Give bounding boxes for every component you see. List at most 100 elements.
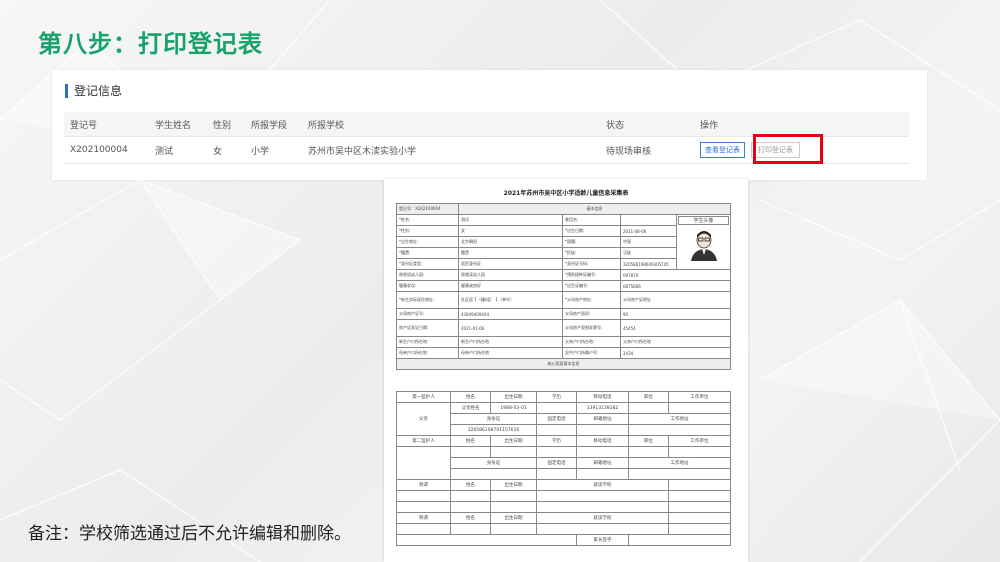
- view-form-button[interactable]: 查看登记表: [700, 142, 745, 158]
- table-header-row: 登记号 学生姓名 性别 所报学段 所报学校 状态 操作: [64, 112, 909, 137]
- form-label: 母亲户口所在地:: [396, 347, 459, 359]
- form-value: 居民身份证: [458, 258, 563, 270]
- form-label: 工作单位: [668, 435, 731, 447]
- form-value: 父母房产证地址: [620, 291, 731, 309]
- form-family-section-row: 核心家庭基本信息: [396, 358, 731, 370]
- form-label: 姓名: [450, 435, 491, 447]
- id-label: 身份证: [450, 457, 537, 469]
- father-birth: 1988-03-01: [490, 402, 537, 414]
- col-student-name: 学生姓名: [149, 112, 207, 137]
- form-value: 社区居 1（幢/组） 1（单号）: [458, 291, 563, 309]
- form-label: 出生日期: [490, 435, 537, 447]
- form-header-row: 登记号：X202100004 基本信息: [396, 203, 731, 215]
- sibling1-header-row: 称谓 姓名 出生日期 就读学校: [396, 479, 731, 491]
- form-row: *姓名: 测试 曾用名: 学生头像: [396, 214, 731, 270]
- form-label: *父母房产地址:: [562, 291, 621, 309]
- form-row: 房产证发证日期: 2021-01-06 父母房产契税发票号: 45454: [396, 319, 731, 337]
- highlight-box: [753, 134, 823, 164]
- col-status: 状态: [600, 112, 694, 137]
- form-value: 原就读幼儿园: [458, 269, 563, 281]
- form-label: 父母房产面积:: [562, 308, 621, 320]
- sibling1-row: [396, 490, 731, 502]
- form-row: 母亲户口所在地: 母亲户口所在地 吴中户口所属户号: 2434: [396, 347, 731, 359]
- form-label: *出生证编号:: [562, 280, 621, 292]
- cell-gender: 女: [207, 136, 245, 164]
- form-value: 籍贯: [458, 247, 563, 259]
- father-education: [536, 402, 577, 414]
- id-label: 身份证: [450, 413, 537, 425]
- form-row: *新生实际居住地址: 社区居 1（幢/组） 1（单号） *父母房产地址: 父母房产证地…: [396, 291, 731, 309]
- form-label: *身份证类型:: [396, 258, 459, 270]
- fixed-phone-label: 固定电话: [536, 413, 577, 425]
- fixed-phone-label: 固定电话: [536, 457, 577, 469]
- father-work-addr: [628, 424, 731, 436]
- form-value: 测试: [458, 214, 563, 226]
- form-label: 姓名: [450, 479, 491, 491]
- form-label: 新生户口所在地:: [396, 336, 459, 348]
- form-label: 移动电话: [576, 435, 629, 447]
- form-label: 职位: [628, 391, 669, 403]
- form-label: 称谓: [396, 479, 451, 491]
- note-text: 备注：学校筛选通过后不允许编辑和删除。: [28, 524, 351, 544]
- form-label: 姓名: [450, 391, 491, 403]
- father-id: 320586198701157616: [450, 424, 537, 436]
- form-label: *预防接种证编号:: [562, 269, 621, 281]
- sign-row: 家长签字: [396, 534, 731, 546]
- form-label: *新生实际居住地址:: [396, 291, 459, 309]
- form-row: 健康状况: 健康或良好 *出生证编号: 0875866: [396, 280, 731, 292]
- photo-cell: 学生头像: [676, 214, 731, 270]
- cell-status: 待现场审核: [600, 136, 694, 164]
- form-value: 2011-08-06: [620, 225, 677, 237]
- form-label: *出生地址:: [396, 236, 459, 248]
- father-label: 父亲: [396, 402, 451, 436]
- work-addr-label: 工作地址: [628, 457, 731, 469]
- guardian2-label: [396, 446, 451, 480]
- form-label: 出生日期: [490, 391, 537, 403]
- father-row: 父亲 父亲姓名 1988-03-01 13913139282: [396, 402, 731, 436]
- guardian1-header-row: 第一监护人 姓名 出生日期 学历 移动电话 职位 工作单位: [396, 391, 731, 403]
- father-name: 父亲姓名: [450, 402, 491, 414]
- form-value: 90: [620, 308, 731, 320]
- form-value: 汉族: [620, 247, 677, 259]
- form-label: 原就读幼儿园:: [396, 269, 459, 281]
- sibling2-row: [396, 523, 731, 535]
- form-label: 姓名: [450, 512, 491, 524]
- form-section-family: 核心家庭基本信息: [396, 358, 731, 370]
- form-label: 出生日期: [490, 479, 537, 491]
- form-value: 2434: [620, 347, 731, 359]
- form-label: 父亲户口所在地:: [562, 336, 621, 348]
- father-email: [576, 424, 629, 436]
- form-value: 2021-01-06: [458, 319, 563, 337]
- form-value: [620, 214, 677, 226]
- form-value: 097876: [620, 269, 731, 281]
- panel-heading: 登记信息: [65, 84, 122, 98]
- form-label: 学历: [536, 435, 577, 447]
- sibling2-header-row: 称谓 姓名 出生日期 就读学校: [396, 512, 731, 524]
- form-label: *出生日期:: [562, 225, 621, 237]
- guardian2-row: [396, 446, 731, 480]
- form-label: *民族:: [562, 247, 621, 259]
- form-value: 0875866: [620, 280, 731, 292]
- slide-title: 第八步：打印登记表: [38, 30, 263, 58]
- form-label: 父母房产契税发票号:: [562, 319, 621, 337]
- form-value: 父亲户口所在地: [620, 336, 731, 348]
- form-label: 健康状况:: [396, 280, 459, 292]
- form-value: 中国: [620, 236, 677, 248]
- form-label: *身份证号码:: [562, 258, 621, 270]
- sibling1-row-2: [396, 501, 731, 513]
- form-label: 学历: [536, 391, 577, 403]
- form-label: 曾用名:: [562, 214, 621, 226]
- email-label: 邮箱地址: [576, 413, 629, 425]
- form-label: 吴中户口所属户号:: [562, 347, 621, 359]
- form-label: 父母房产证号:: [396, 308, 459, 320]
- cell-school: 苏州市吴中区木渎实验小学: [302, 136, 600, 164]
- form-value: 母亲户口所在地: [458, 347, 563, 359]
- photo-label: 学生头像: [678, 216, 729, 225]
- form-label: 第一监护人: [396, 391, 451, 403]
- cell-name: 测试: [149, 136, 207, 164]
- form-label: 房产证发证日期:: [396, 319, 459, 337]
- cell-stage: 小学: [245, 136, 302, 164]
- form-title: 2021年苏州市吴中区小学适龄儿童信息采集表: [503, 190, 629, 197]
- form-label: 工作单位: [668, 391, 731, 403]
- form-label: 称谓: [396, 512, 451, 524]
